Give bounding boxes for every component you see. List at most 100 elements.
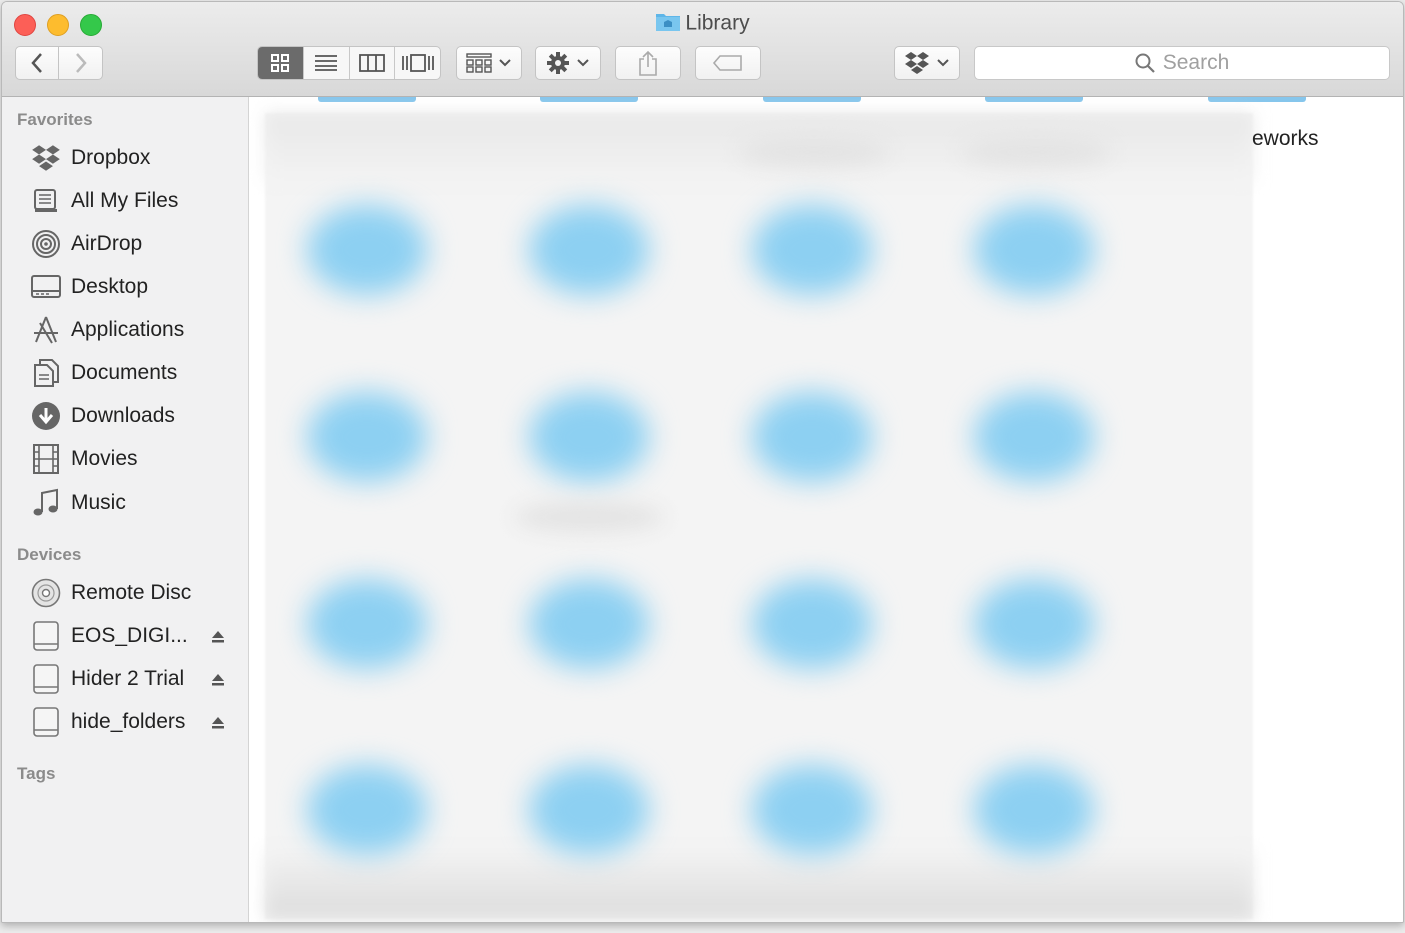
sidebar-item-label: Music [71,491,126,514]
sidebar: Favorites Dropbox All My Files AirDrop D… [2,97,249,922]
cover-flow-icon [401,54,434,72]
sidebar-item-remote-disc[interactable]: Remote Disc [30,575,240,611]
sidebar-item-applications[interactable]: Applications [30,312,240,348]
folder-icon[interactable] [752,205,872,295]
chevron-down-icon [499,59,511,67]
finder-window: Library Search Favorites Dropbox All My … [1,1,1404,923]
sidebar-item-label: AirDrop [71,232,143,255]
cover-flow-button[interactable] [395,47,440,79]
sidebar-item-documents[interactable]: Documents [30,355,240,391]
sidebar-item-label: EOS_DIGI... [71,624,188,647]
folder-icon[interactable] [307,205,427,295]
folder-icon[interactable] [974,765,1094,855]
sidebar-item-label: Downloads [71,404,175,427]
chevron-down-icon [577,59,589,67]
arrange-button[interactable] [456,46,522,80]
folder-icon[interactable] [974,392,1094,482]
sidebar-item-movies[interactable]: Movies [30,441,240,477]
sidebar-item-label: Hider 2 Trial [71,667,185,690]
folder-icon[interactable] [752,392,872,482]
folder-edge [763,97,861,102]
file-browser-content[interactable]: eworks [249,97,1403,922]
sidebar-item-eos-digital[interactable]: EOS_DIGI... [30,618,240,654]
sidebar-item-label: Remote Disc [71,581,192,604]
drive-icon [30,663,62,695]
sidebar-item-dropbox[interactable]: Dropbox [30,140,240,176]
folder-icon [655,10,681,38]
folder-icon[interactable] [307,579,427,669]
favorites-header: Favorites [17,110,93,129]
drive-icon [30,706,62,738]
eject-icon[interactable] [211,626,225,650]
list-view-icon [315,55,338,71]
window-title: Library [2,10,1403,38]
folder-icon[interactable] [974,579,1094,669]
forward-icon [75,53,87,73]
action-button[interactable] [535,46,601,80]
share-icon [639,50,657,76]
sidebar-item-airdrop[interactable]: AirDrop [30,226,240,262]
tag-button[interactable] [695,46,761,80]
back-icon [31,53,42,73]
sidebar-item-label: Movies [71,447,138,470]
window-title-text: Library [685,11,750,35]
file-name-partial[interactable]: eworks [1252,127,1319,151]
downloads-icon [30,400,62,432]
dropbox-icon [905,52,929,74]
search-input[interactable]: Search [974,46,1390,80]
applications-icon [30,314,62,346]
toolbar: Library Search [2,2,1403,97]
icon-view-icon [271,54,290,72]
tags-header: Tags [17,764,56,783]
eject-icon[interactable] [211,669,225,693]
sidebar-item-all-my-files[interactable]: All My Files [30,183,240,219]
folder-icon[interactable] [307,392,427,482]
share-button[interactable] [615,46,681,80]
sidebar-item-downloads[interactable]: Downloads [30,398,240,434]
sidebar-item-label: Applications [71,318,185,341]
folder-edge [1208,97,1306,102]
search-placeholder: Search [1162,51,1230,74]
icon-view-button[interactable] [258,47,304,79]
sidebar-item-desktop[interactable]: Desktop [30,269,240,305]
sidebar-item-label: Documents [71,361,178,384]
folder-icon[interactable] [529,205,649,295]
sidebar-item-hider-2-trial[interactable]: Hider 2 Trial [30,661,240,697]
list-view-button[interactable] [304,47,350,79]
documents-icon [30,357,62,389]
gear-icon [547,52,569,74]
folder-icon[interactable] [529,579,649,669]
forward-button[interactable] [59,46,103,80]
folder-icon[interactable] [307,765,427,855]
folder-edge [985,97,1083,102]
eject-icon[interactable] [211,712,225,736]
sidebar-item-label: Dropbox [71,146,151,169]
column-view-icon [358,54,385,72]
music-icon [30,487,62,519]
back-button[interactable] [15,46,59,80]
all-files-icon [30,185,62,217]
sidebar-item-hide-folders[interactable]: hide_folders [30,704,240,740]
dropbox-menu-button[interactable] [894,46,960,80]
folder-edge [540,97,638,102]
sidebar-item-label: Desktop [71,275,149,298]
sidebar-item-label: All My Files [71,189,179,212]
movies-icon [30,443,62,475]
folder-icon[interactable] [752,579,872,669]
dropbox-icon [30,142,62,174]
folder-icon[interactable] [752,765,872,855]
blurred-label [961,137,1111,167]
view-mode-control [257,46,441,80]
column-view-button[interactable] [350,47,396,79]
chevron-down-icon [937,59,949,67]
sidebar-item-music[interactable]: Music [30,485,240,521]
blurred-label [514,502,664,532]
devices-header: Devices [17,545,82,564]
arrange-icon [466,53,492,73]
drive-icon [30,620,62,652]
folder-edge [318,97,416,102]
folder-icon[interactable] [974,205,1094,295]
folder-icon[interactable] [529,392,649,482]
blurred-label [739,137,889,167]
folder-icon[interactable] [529,765,649,855]
